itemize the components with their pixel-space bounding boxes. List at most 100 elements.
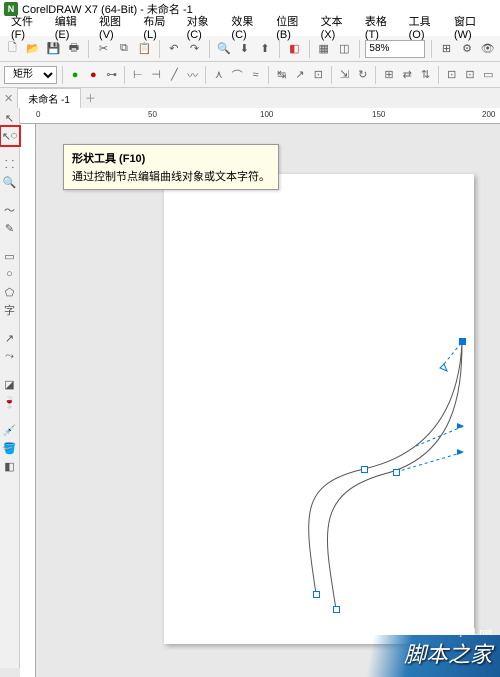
eyedropper-tool-icon[interactable]: 💉	[2, 422, 18, 438]
separator	[331, 66, 332, 84]
node-type-1-icon[interactable]: ⊢	[130, 66, 145, 84]
to-line-icon[interactable]: ╱	[167, 66, 182, 84]
menu-edit[interactable]: 编辑(E)	[50, 12, 92, 42]
reflect-h-icon[interactable]: ⇄	[400, 66, 415, 84]
cut-icon[interactable]: ✂	[95, 39, 112, 59]
new-icon[interactable]: 🗋	[4, 39, 21, 59]
delete-node-icon[interactable]: ●	[86, 66, 101, 84]
page	[164, 174, 474, 644]
connector-tool-icon[interactable]: ⤳	[2, 348, 18, 364]
ruler-tick: 150	[372, 110, 385, 119]
view-icon[interactable]: 👁	[479, 39, 496, 59]
ruler-tick: 200	[482, 110, 495, 119]
reverse-icon[interactable]: ↹	[274, 66, 289, 84]
copy-icon[interactable]: ⧉	[116, 39, 133, 59]
to-curve-icon[interactable]: 〰	[185, 66, 200, 84]
open-icon[interactable]: 📂	[25, 39, 42, 59]
node-type-2-icon[interactable]: ⊣	[148, 66, 163, 84]
extend-icon[interactable]: ↗	[292, 66, 307, 84]
ellipse-tool-icon[interactable]: ○	[2, 266, 18, 282]
ruler-tick: 50	[148, 110, 157, 119]
node-start[interactable]	[333, 606, 340, 613]
bbox-icon[interactable]: ▭	[481, 66, 496, 84]
node-start[interactable]	[313, 591, 320, 598]
print-icon[interactable]: 🖶	[66, 39, 83, 59]
menu-bitmap[interactable]: 位图(B)	[271, 12, 313, 42]
canvas[interactable]: 形状工具 (F10) 通过控制节点编辑曲线对象或文本字符。	[36, 124, 500, 677]
symmetric-icon[interactable]: ≈	[248, 66, 263, 84]
menu-table[interactable]: 表格(T)	[360, 12, 402, 42]
publish-icon[interactable]: ◧	[286, 39, 303, 59]
separator	[159, 40, 160, 58]
watermark: jb51.net 脚本之家	[404, 631, 492, 669]
menu-effect[interactable]: 效果(C)	[226, 12, 269, 42]
zoom-tool-icon[interactable]: 🔍	[2, 174, 18, 190]
freehand-tool-icon[interactable]: 〜	[2, 202, 18, 218]
drop-shadow-tool-icon[interactable]: ◪	[2, 376, 18, 392]
menu-window[interactable]: 窗口(W)	[449, 12, 494, 42]
search-icon[interactable]: 🔍	[216, 39, 233, 59]
import-icon[interactable]: ⬇	[236, 39, 253, 59]
select-all-icon[interactable]: ⊡	[462, 66, 477, 84]
node-mid[interactable]	[393, 469, 400, 476]
watermark-url: jb51.net	[404, 627, 492, 637]
fill-tool-icon[interactable]: 🪣	[2, 440, 18, 456]
rectangle-tool-icon[interactable]: ▭	[2, 248, 18, 264]
extract-icon[interactable]: ⊡	[311, 66, 326, 84]
smooth-icon[interactable]: ⌒	[230, 66, 245, 84]
add-node-icon[interactable]: ●	[67, 66, 82, 84]
menu-text[interactable]: 文本(X)	[316, 12, 358, 42]
shape-select[interactable]: 矩形	[4, 66, 57, 84]
menu-layout[interactable]: 布局(L)	[138, 12, 179, 42]
parallel-dim-tool-icon[interactable]: ↗	[2, 330, 18, 346]
menu-file[interactable]: 文件(F)	[6, 12, 48, 42]
menu-tools[interactable]: 工具(O)	[404, 12, 447, 42]
separator	[209, 40, 210, 58]
ruler-tick: 100	[260, 110, 273, 119]
redo-icon[interactable]: ↷	[186, 39, 203, 59]
separator	[205, 66, 206, 84]
text-tool-icon[interactable]: 字	[2, 302, 18, 318]
separator	[62, 66, 63, 84]
export-icon[interactable]: ⬆	[257, 39, 274, 59]
elastic-icon[interactable]: ⊡	[444, 66, 459, 84]
separator	[375, 66, 376, 84]
reflect-v-icon[interactable]: ⇅	[418, 66, 433, 84]
smart-fill-tool-icon[interactable]: ◧	[2, 458, 18, 474]
node-end[interactable]	[459, 338, 466, 345]
doc-tab[interactable]: 未命名 -1	[17, 88, 81, 109]
menu-object[interactable]: 对象(C)	[182, 12, 225, 42]
artistic-tool-icon[interactable]: ✎	[2, 220, 18, 236]
shape-tool-icon[interactable]: ↖⬡	[2, 128, 18, 144]
menu-view[interactable]: 视图(V)	[94, 12, 136, 42]
new-tab-icon[interactable]: ＋	[85, 90, 96, 106]
join-icon[interactable]: ⊶	[104, 66, 119, 84]
undo-icon[interactable]: ↶	[166, 39, 183, 59]
cusp-icon[interactable]: ⋏	[211, 66, 226, 84]
zoom-input[interactable]	[365, 40, 425, 58]
close-tab-icon[interactable]: ✕	[4, 92, 13, 105]
toolbox: ↖ ↖⬡ ⸬ 🔍 〜 ✎ ▭ ○ ⬠ 字 ↗ ⤳ ◪ 🍷 💉 🪣 ◧	[0, 108, 20, 668]
pick-tool-icon[interactable]: ↖	[2, 110, 18, 126]
tooltip: 形状工具 (F10) 通过控制节点编辑曲线对象或文本字符。	[63, 144, 279, 190]
align-icon[interactable]: ⊞	[381, 66, 396, 84]
options-icon[interactable]: ⚙	[459, 39, 476, 59]
snap-icon[interactable]: ⊞	[438, 39, 455, 59]
node-mid[interactable]	[361, 466, 368, 473]
paste-icon[interactable]: 📋	[136, 39, 153, 59]
curve-object[interactable]	[164, 174, 474, 644]
app-launcher-icon[interactable]: ▦	[315, 39, 332, 59]
tooltip-desc: 通过控制节点编辑曲线对象或文本字符。	[72, 168, 270, 184]
separator	[124, 66, 125, 84]
crop-tool-icon[interactable]: ⸬	[2, 156, 18, 172]
watermark-brand: 脚本之家	[404, 637, 492, 669]
welcome-icon[interactable]: ◫	[336, 39, 353, 59]
stretch-icon[interactable]: ⇲	[337, 66, 352, 84]
save-icon[interactable]: 💾	[45, 39, 62, 59]
polygon-tool-icon[interactable]: ⬠	[2, 284, 18, 300]
rotate-icon[interactable]: ↻	[355, 66, 370, 84]
transparency-tool-icon[interactable]: 🍷	[2, 394, 18, 410]
separator	[359, 40, 360, 58]
separator	[88, 40, 89, 58]
menu-bar: 文件(F) 编辑(E) 视图(V) 布局(L) 对象(C) 效果(C) 位图(B…	[0, 18, 500, 36]
